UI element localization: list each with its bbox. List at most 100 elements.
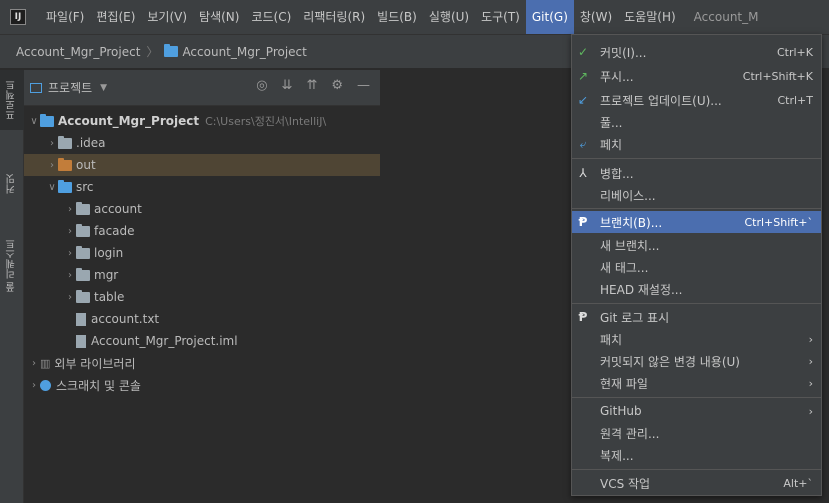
git-menu-show-log[interactable]: Ᵽ Git 로그 표시 [572, 306, 821, 328]
breadcrumb-module[interactable]: Account_Mgr_Project [182, 45, 306, 59]
side-tab-commit[interactable]: 커밋 [0, 162, 24, 206]
hide-icon[interactable]: — [357, 78, 370, 93]
locate-icon[interactable]: ◎ [256, 78, 267, 93]
git-menu-clone-label: 복제... [600, 448, 634, 463]
tree-row-mgr[interactable]: › mgr [24, 264, 380, 286]
chevron-down-icon[interactable]: ▼ [100, 83, 107, 93]
project-panel: 프로젝트 ▼ ◎ ⇊ ⇈ ⚙ — ∨ Account_Mgr_Project C… [24, 70, 380, 503]
tree-row-account[interactable]: › account [24, 198, 380, 220]
fetch-icon: ⤶ [579, 136, 587, 151]
chevron-right-icon[interactable]: › [46, 138, 58, 149]
git-menu-dropdown: ✓ 커밋(I)... Ctrl+K ↗ 푸시... Ctrl+Shift+K ↙… [571, 34, 822, 496]
git-menu-fetch[interactable]: ⤶ 페치 [572, 133, 821, 155]
git-menu-new-branch[interactable]: 새 브랜치... [572, 234, 821, 256]
git-menu-rebase[interactable]: 리베이스... [572, 184, 821, 206]
project-tree: ∨ Account_Mgr_Project C:\Users\정진서\Intel… [24, 106, 380, 396]
tree-row-iml[interactable]: Account_Mgr_Project.iml [24, 330, 380, 352]
chevron-right-icon[interactable]: › [64, 226, 76, 237]
chevron-down-icon[interactable]: ∨ [28, 116, 40, 127]
git-menu-clone[interactable]: 복제... [572, 444, 821, 466]
expand-all-icon[interactable]: ⇊ [282, 78, 293, 93]
menu-git[interactable]: Git(G) [525, 0, 574, 34]
git-menu-branches-label: 브랜치(B)... [600, 215, 663, 230]
package-icon [76, 267, 90, 281]
breadcrumb-root[interactable]: Account_Mgr_Project [16, 45, 140, 59]
tree-row-table[interactable]: › table [24, 286, 380, 308]
git-menu-commit-label: 커밋(I)... [600, 45, 647, 60]
git-menu-uncommitted[interactable]: 커밋되지 않은 변경 내용(U) › [572, 350, 821, 372]
chevron-right-icon[interactable]: › [28, 380, 40, 391]
menu-build[interactable]: 빌드(B) [371, 0, 423, 34]
chevron-right-icon[interactable]: › [64, 204, 76, 215]
chevron-down-icon[interactable]: ∨ [46, 182, 58, 193]
git-menu-github[interactable]: GitHub › [572, 400, 821, 422]
tree-mgr-label: mgr [94, 268, 119, 282]
tree-ext-libs-label: 외부 라이브러리 [54, 356, 136, 371]
git-menu-push-label: 푸시... [600, 69, 634, 84]
git-menu-head-reset[interactable]: HEAD 재설정... [572, 278, 821, 300]
menu-file[interactable]: 파일(F) [40, 0, 90, 34]
menu-edit[interactable]: 편집(E) [90, 0, 141, 34]
side-tab-project[interactable]: 프로젝트 [0, 70, 24, 130]
chevron-right-icon[interactable]: › [46, 160, 58, 171]
intellij-logo-icon[interactable]: IJ [10, 9, 26, 25]
package-icon [76, 245, 90, 259]
menu-divider [572, 397, 821, 398]
menu-code[interactable]: 코드(C) [245, 0, 297, 34]
menu-refactor[interactable]: 리팩터링(R) [297, 0, 371, 34]
chevron-right-icon[interactable]: › [64, 248, 76, 259]
left-tool-strip: 프로젝트 커밋 풀 리퀘스트 [0, 70, 24, 503]
menu-divider [572, 303, 821, 304]
menu-navigate[interactable]: 탐색(N) [193, 0, 245, 34]
text-file-icon [76, 312, 86, 326]
git-menu-fetch-label: 페치 [600, 137, 623, 152]
tree-row-idea[interactable]: › .idea [24, 132, 380, 154]
tree-row-scratches[interactable]: › 스크래치 및 콘솔 [24, 374, 380, 396]
tree-row-out[interactable]: › out [24, 154, 380, 176]
branch-icon: Ᵽ [578, 215, 588, 229]
window-title: Account_M [693, 10, 759, 24]
git-menu-new-tag[interactable]: 새 태그... [572, 256, 821, 278]
tree-root-label: Account_Mgr_Project [58, 114, 200, 128]
tree-table-label: table [94, 290, 125, 304]
chevron-right-icon[interactable]: › [28, 358, 40, 369]
project-panel-title[interactable]: 프로젝트 [48, 79, 92, 96]
git-menu-merge-label: 병합... [600, 166, 634, 181]
menu-run[interactable]: 실행(U) [423, 0, 475, 34]
git-menu-merge[interactable]: ⅄ 병합... [572, 162, 821, 184]
menu-divider [572, 158, 821, 159]
git-menu-vcs-operations[interactable]: VCS 작업 Alt+` [572, 472, 821, 494]
side-tab-pull-requests[interactable]: 풀 리퀘스트 [0, 230, 24, 300]
git-menu-remotes[interactable]: 원격 관리... [572, 422, 821, 444]
git-menu-branches-shortcut: Ctrl+Shift+` [744, 215, 813, 229]
tree-row-root[interactable]: ∨ Account_Mgr_Project C:\Users\정진서\Intel… [24, 110, 380, 132]
menu-help[interactable]: 도움말(H) [618, 0, 682, 34]
tree-row-login[interactable]: › login [24, 242, 380, 264]
submenu-arrow-icon: › [808, 404, 813, 418]
gear-icon[interactable]: ⚙ [331, 78, 343, 93]
git-menu-branches[interactable]: Ᵽ 브랜치(B)... Ctrl+Shift+` [572, 211, 821, 233]
git-menu-patch[interactable]: 패치 › [572, 328, 821, 350]
tree-row-src[interactable]: ∨ src [24, 176, 380, 198]
tree-row-external-libraries[interactable]: › ▥ 외부 라이브러리 [24, 352, 380, 374]
git-menu-push[interactable]: ↗ 푸시... Ctrl+Shift+K [572, 65, 821, 87]
tree-row-account-txt[interactable]: account.txt [24, 308, 380, 330]
tree-src-label: src [76, 180, 94, 194]
git-menu-rebase-label: 리베이스... [600, 188, 656, 203]
collapse-all-icon[interactable]: ⇈ [306, 78, 317, 93]
folder-icon [58, 135, 72, 149]
git-menu-update-shortcut: Ctrl+T [777, 93, 813, 107]
menu-window[interactable]: 창(W) [574, 0, 618, 34]
module-folder-icon [164, 44, 179, 57]
git-menu-commit[interactable]: ✓ 커밋(I)... Ctrl+K [572, 41, 821, 63]
chevron-right-icon[interactable]: › [64, 270, 76, 281]
project-panel-header: 프로젝트 ▼ ◎ ⇊ ⇈ ⚙ — [24, 70, 380, 106]
chevron-right-icon[interactable]: › [64, 292, 76, 303]
git-menu-update[interactable]: ↙ 프로젝트 업데이트(U)... Ctrl+T [572, 89, 821, 111]
menu-view[interactable]: 보기(V) [141, 0, 193, 34]
tree-row-facade[interactable]: › facade [24, 220, 380, 242]
menu-tools[interactable]: 도구(T) [475, 0, 526, 34]
git-menu-current-file-label: 현재 파일 [600, 376, 648, 391]
git-menu-current-file[interactable]: 현재 파일 › [572, 372, 821, 394]
git-menu-pull[interactable]: 풀... [572, 111, 821, 133]
